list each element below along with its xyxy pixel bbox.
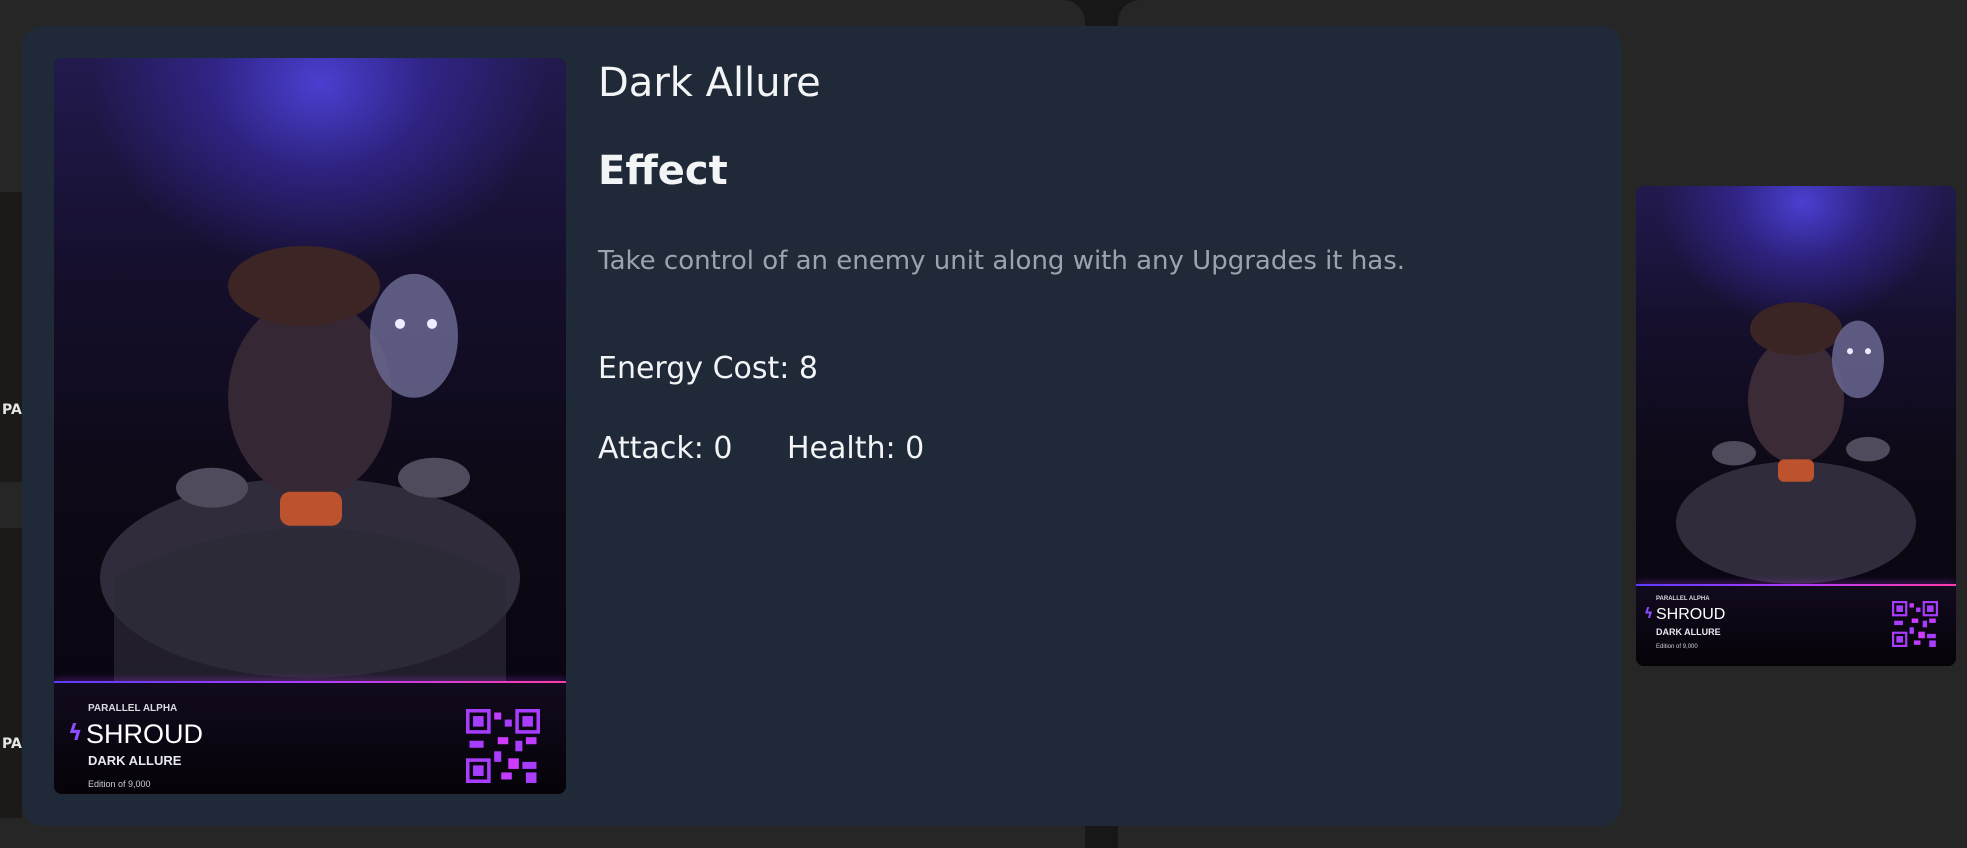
qr-code-icon [1892,601,1938,647]
lightning-bolt-icon: ϟ [68,721,83,746]
effect-heading: Effect [598,148,728,194]
health-stat: Health: 0 [787,431,925,466]
card-title: Dark Allure [598,60,821,106]
card-art-image [1636,186,1956,594]
card-name: DARK ALLURE [1656,627,1721,637]
energy-cost: Energy Cost: 8 [598,351,818,386]
card-edition: Edition of 9,000 [1656,644,1698,650]
card-parallel-name: SHROUD [1656,606,1726,623]
background-card-left-2[interactable]: PA [0,528,22,818]
attack-stat: Attack: 0 [598,431,733,466]
card-main-image: PARALLEL ALPHA ϟ SHROUD DARK ALLURE Edit… [54,58,566,794]
card-footer: PARALLEL ALPHA ϟ SHROUD DARK ALLURE Edit… [54,683,566,794]
card-thumbnail[interactable]: PARALLEL ALPHA ϟ SHROUD DARK ALLURE Edit… [1636,186,1956,666]
qr-code-icon [466,709,540,783]
card-art-image [54,58,566,684]
card-name: DARK ALLURE [88,753,182,768]
card-parallel-name: SHROUD [86,719,204,749]
background-card-label: PA [2,402,22,418]
card-set-label: PARALLEL ALPHA [1656,596,1710,602]
card-footer: PARALLEL ALPHA ϟ SHROUD DARK ALLURE Edit… [1636,586,1956,666]
effect-description: Take control of an enemy unit along with… [598,246,1406,276]
background-card-label: PA [2,736,22,752]
card-set-label: PARALLEL ALPHA [88,703,178,714]
lightning-bolt-icon: ϟ [1644,606,1654,622]
background-card-left-1[interactable]: PA [0,192,22,482]
card-edition: Edition of 9,000 [88,779,151,789]
